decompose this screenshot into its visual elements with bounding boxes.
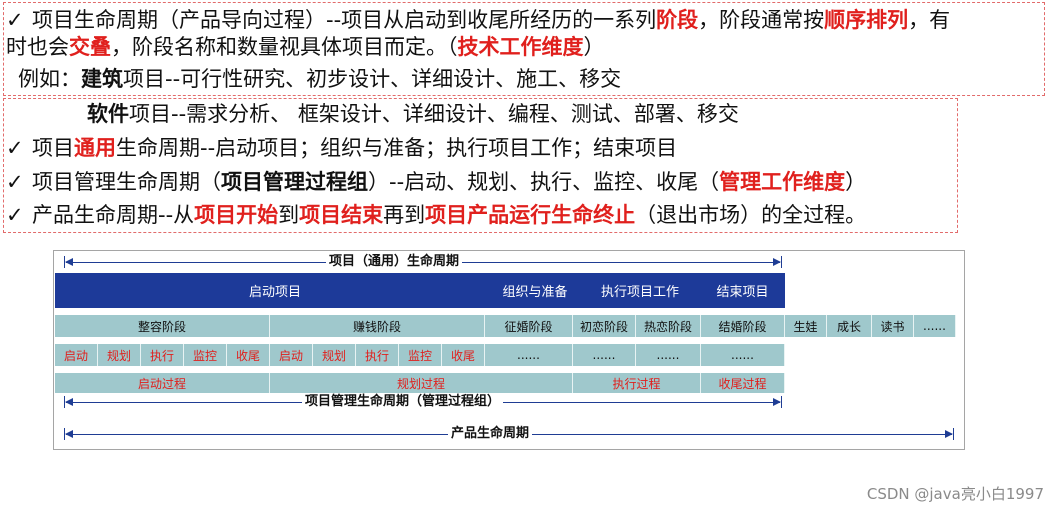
check-icon: ✓ — [6, 136, 24, 160]
product-lifecycle-label: 产品生命周期 — [448, 426, 533, 442]
pm-lifecycle-label: 项目管理生命周期（管理过程组） — [302, 394, 504, 410]
line-6: ✓ 项目管理生命周期（项目管理过程组）--启动、规划、执行、监控、收尾（管理工作维… — [6, 170, 867, 194]
arrow-head-right-icon — [773, 398, 781, 406]
process-cell: ...... — [485, 344, 573, 366]
phase-initiate: 启动项目 — [248, 285, 301, 300]
stage-cell: 整容阶段 — [55, 315, 270, 337]
stage-cell: ...... — [914, 315, 956, 337]
process-cell: 规划 — [313, 344, 356, 366]
stage-cell: 征婚阶段 — [485, 315, 573, 337]
phase-execute: 执行项目工作 — [600, 285, 679, 300]
watermark: CSDN @java亮小白1997 — [866, 485, 1044, 503]
stage-cell: 生娃 — [785, 315, 827, 337]
process-cell: 执行 — [356, 344, 399, 366]
process-group-cell: 启动过程 — [55, 373, 270, 393]
process-group-cell: 规划过程 — [270, 373, 573, 393]
check-icon: ✓ — [6, 8, 24, 32]
check-icon: ✓ — [6, 170, 24, 194]
line-2: 时也会交叠，阶段名称和数量视具体项目而定。（技术工作维度） — [6, 35, 605, 59]
arrow-head-left-icon — [65, 430, 73, 438]
arrow-head-right-icon — [945, 430, 953, 438]
stage-cell: 初恋阶段 — [573, 315, 636, 337]
process-group-cell: 执行过程 — [573, 373, 701, 393]
process-group-cell: 收尾过程 — [701, 373, 785, 393]
process-cell: 规划 — [98, 344, 141, 366]
arrow-head-left-icon — [65, 258, 73, 266]
process-cell: ...... — [701, 344, 785, 366]
arrow-head-right-icon — [773, 258, 781, 266]
arrow-tick — [781, 396, 782, 408]
process-cell: 执行 — [141, 344, 184, 366]
stage-cell: 赚钱阶段 — [270, 315, 485, 337]
process-cell: 启动 — [55, 344, 98, 366]
stage-cell: 读书 — [872, 315, 914, 337]
process-cell: ...... — [636, 344, 701, 366]
phase-organize: 组织与准备 — [502, 285, 568, 300]
process-cell: ...... — [573, 344, 636, 366]
arrow-head-left-icon — [65, 398, 73, 406]
arrow-tick — [953, 428, 954, 440]
phase-close: 结束项目 — [716, 285, 769, 300]
process-cell: 监控 — [184, 344, 227, 366]
line-3: 例如：建筑项目--可行性研究、初步设计、详细设计、施工、移交 — [18, 67, 622, 91]
line-7: ✓ 产品生命周期--从项目开始到项目结束再到项目产品运行生命终止（退出市场）的全过… — [6, 203, 867, 227]
stage-cell: 结婚阶段 — [701, 315, 785, 337]
process-cell: 启动 — [270, 344, 313, 366]
process-cell: 监控 — [399, 344, 442, 366]
line-1: ✓ 项目生命周期（产品导向过程）--项目从启动到收尾所经历的一系列阶段，阶段通常按… — [6, 8, 951, 32]
stage-cell: 热恋阶段 — [636, 315, 701, 337]
line-4: 软件项目--需求分析、 框架设计、详细设计、编程、测试、部署、移交 — [87, 102, 739, 126]
line-5: ✓ 项目通用生命周期--启动项目；组织与准备；执行项目工作；结束项目 — [6, 136, 678, 160]
arrow-tick — [781, 256, 782, 268]
process-cell: 收尾 — [227, 344, 270, 366]
check-icon: ✓ — [6, 203, 24, 227]
process-cell: 收尾 — [442, 344, 485, 366]
generic-lifecycle-label: 项目（通用）生命周期 — [326, 254, 463, 270]
stage-cell: 成长 — [827, 315, 872, 337]
